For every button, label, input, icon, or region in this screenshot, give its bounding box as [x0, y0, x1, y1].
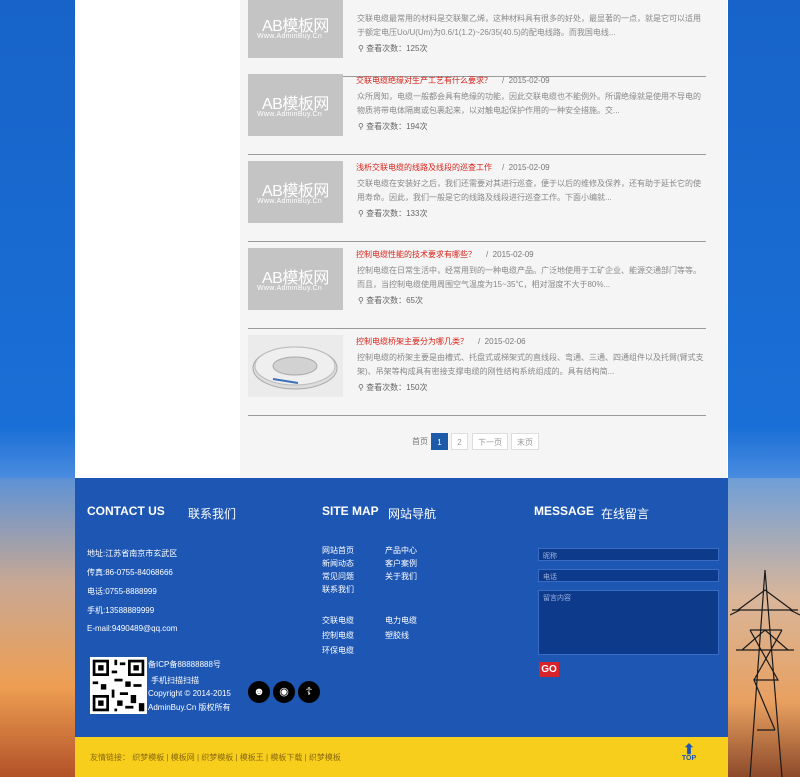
article-item: AB模板网 Www.AdminBuy.Cn 交联电缆最常用的材料是交联聚乙烯，这… — [248, 0, 706, 77]
qr-hint: 手机扫描扫描 — [151, 676, 199, 685]
article-thumbnail[interactable]: AB模板网 Www.AdminBuy.Cn — [248, 248, 343, 310]
article-title-link[interactable]: 控制电缆桥架主要分为哪几类？ — [356, 337, 468, 346]
nav-link[interactable]: 网站首页 — [322, 545, 354, 556]
article-title-row: 浅析交联电缆的线路及线段的巡查工作/ 2015-02-09 — [356, 163, 550, 172]
article-item: AB模板网 Www.AdminBuy.Cn 交联电缆绝缘对生产工艺有什么要求？ /… — [248, 71, 706, 155]
pager-next[interactable]: 下一页 — [472, 433, 508, 450]
sitemap-heading-cn: 网站导航 — [388, 507, 437, 521]
message-heading: MESSAGE — [534, 504, 595, 518]
tencent-weibo-icon[interactable]: ☦ — [298, 681, 320, 703]
friend-links[interactable]: 友情链接： 织梦模板 | 模板网 | 织梦模板 | 模板王 | 模板下载 | 织… — [90, 752, 341, 763]
article-summary: 控制电缆的桥架主要是由槽式、托盘式或梯架式的直线段、弯通、三通、四通组件以及托臂… — [357, 353, 704, 376]
article-item: AB模板网 Www.AdminBuy.Cn 浅析交联电缆的线路及线段的巡查工作 /… — [248, 158, 706, 242]
friend-links-bar: 友情链接： 织梦模板 | 模板网 | 织梦模板 | 模板王 | 模板下载 | 织… — [75, 737, 728, 777]
article-date: 2015-02-06 — [484, 337, 526, 346]
article-summary: 控制电缆在日常生活中，经常用到的一种电缆产品。广泛地使用于工矿企业、能源交通部门… — [357, 266, 701, 289]
phone-field[interactable]: 电话 — [538, 569, 719, 582]
article-date: 2015-02-09 — [508, 163, 550, 172]
cable-reel-image — [252, 346, 338, 390]
power-tower-illustration — [730, 570, 800, 777]
product-link[interactable]: 控制电缆 — [322, 630, 354, 641]
nav-link[interactable]: 关于我们 — [385, 571, 417, 582]
contact-email: E-mail:9490489@qq.com — [87, 624, 178, 633]
qr-code — [90, 657, 147, 714]
article-thumbnail[interactable]: AB模板网 Www.AdminBuy.Cn — [248, 0, 343, 58]
site-footer: CONTACT US 联系我们 SITE MAP 网站导航 MESSAGE 在线… — [75, 478, 728, 737]
name-field[interactable]: 昵称 — [538, 548, 719, 561]
arrow-up-icon: ⬆ — [683, 741, 695, 757]
article-views: ⚲ 查看次数：133次 — [358, 208, 427, 219]
magnifier-icon: ⚲ — [358, 122, 364, 131]
contact-heading: CONTACT US — [87, 504, 165, 518]
thumbnail-logo-sub: Www.AdminBuy.Cn — [257, 33, 323, 40]
article-summary: 交联电缆最常用的材料是交联聚乙烯，这种材料具有很多的好处，最显著的一点，就是它可… — [357, 14, 701, 37]
message-heading-cn: 在线留言 — [601, 507, 650, 521]
thumbnail-logo-sub: Www.AdminBuy.Cn — [257, 111, 323, 118]
article-title-row: 交联电缆绝缘对生产工艺有什么要求？/ 2015-02-09 — [356, 76, 550, 85]
article-views: ⚲ 查看次数：65次 — [358, 295, 423, 306]
contact-phone: 电话:0755-8888999 — [87, 587, 157, 596]
nav-link[interactable]: 客户案例 — [385, 558, 417, 569]
nav-link[interactable]: 新闻动态 — [322, 558, 354, 569]
nav-link[interactable]: 联系我们 — [322, 584, 354, 595]
nav-link[interactable]: 常见问题 — [322, 571, 354, 582]
pager-last[interactable]: 末页 — [511, 433, 539, 450]
article-views-text: 查看次数：65次 — [366, 296, 423, 305]
icp-number: 备ICP备88888888号 — [148, 660, 221, 669]
article-item: AB模板网 Www.AdminBuy.Cn 控制电缆性能的技术要求有哪些？/ 2… — [248, 245, 706, 329]
article-title-row: 控制电缆性能的技术要求有哪些？/ 2015-02-09 — [356, 250, 534, 259]
article-summary: 众所周知，电缆一般都会具有绝缘的功能，因此交联电缆也不能例外。所谓绝缘就是使用不… — [357, 92, 701, 115]
article-views: ⚲ 查看次数：194次 — [358, 121, 427, 132]
weibo-icon[interactable]: ◉ — [273, 681, 295, 703]
magnifier-icon: ⚲ — [358, 44, 364, 53]
submit-button[interactable]: GO — [539, 662, 559, 677]
article-title-link[interactable]: 浅析交联电缆的线路及线段的巡查工作 — [356, 163, 492, 172]
back-to-top-button[interactable]: ⬆ TOP — [679, 741, 699, 762]
contact-fax: 传真:86-0755-84068666 — [87, 568, 173, 577]
article-views: ⚲ 查看次数：150次 — [358, 382, 427, 393]
article-summary: 交联电缆在安装好之后，我们还需要对其进行巡查，便于以后的维修及保养，还有助于延长… — [357, 179, 701, 202]
article-views-text: 查看次数：133次 — [366, 209, 428, 218]
article-views: ⚲ 查看次数：125次 — [358, 43, 427, 54]
nav-link[interactable]: 产品中心 — [385, 545, 417, 556]
contact-heading-cn: 联系我们 — [188, 507, 237, 521]
message-textarea[interactable]: 留言内容 — [538, 590, 719, 655]
article-item: 控制电缆桥架主要分为哪几类？/ 2015-02-06 控制电缆的桥架主要是由槽式… — [248, 332, 706, 416]
article-views-text: 查看次数：150次 — [366, 383, 428, 392]
sitemap-heading: SITE MAP — [322, 504, 379, 518]
copyright: Copyright © 2014-2015 — [148, 689, 231, 698]
article-title-link[interactable]: 交联电缆绝缘对生产工艺有什么要求？ — [356, 76, 492, 85]
product-link[interactable]: 交联电缆 — [322, 615, 354, 626]
article-thumbnail[interactable] — [248, 335, 343, 397]
product-link[interactable]: 塑胶线 — [385, 630, 409, 641]
pager-first[interactable]: 首页 — [411, 433, 429, 450]
article-title-row: 控制电缆桥架主要分为哪几类？/ 2015-02-06 — [356, 337, 526, 346]
pager-page-2[interactable]: 2 — [451, 433, 468, 450]
qq-icon[interactable]: ☻ — [248, 681, 270, 703]
article-date: 2015-02-09 — [492, 250, 534, 259]
background-sky-left — [0, 478, 75, 777]
article-date: 2015-02-09 — [508, 76, 550, 85]
top-label: TOP — [681, 755, 697, 762]
article-views-text: 查看次数：194次 — [366, 122, 428, 131]
magnifier-icon: ⚲ — [358, 383, 364, 392]
product-link[interactable]: 环保电缆 — [322, 645, 354, 656]
thumbnail-logo-sub: Www.AdminBuy.Cn — [257, 285, 323, 292]
article-title-link[interactable]: 控制电缆性能的技术要求有哪些？ — [356, 250, 476, 259]
contact-address: 地址:江苏省南京市玄武区 — [87, 549, 178, 558]
product-link[interactable]: 电力电缆 — [385, 615, 417, 626]
article-views-text: 查看次数：125次 — [366, 44, 428, 53]
magnifier-icon: ⚲ — [358, 209, 364, 218]
contact-mobile: 手机:13588889999 — [87, 606, 155, 615]
article-thumbnail[interactable]: AB模板网 Www.AdminBuy.Cn — [248, 74, 343, 136]
thumbnail-logo-sub: Www.AdminBuy.Cn — [257, 198, 323, 205]
article-thumbnail[interactable]: AB模板网 Www.AdminBuy.Cn — [248, 161, 343, 223]
rights: AdminBuy.Cn 版权所有 — [148, 703, 231, 712]
magnifier-icon: ⚲ — [358, 296, 364, 305]
pager-page-1[interactable]: 1 — [431, 433, 448, 450]
